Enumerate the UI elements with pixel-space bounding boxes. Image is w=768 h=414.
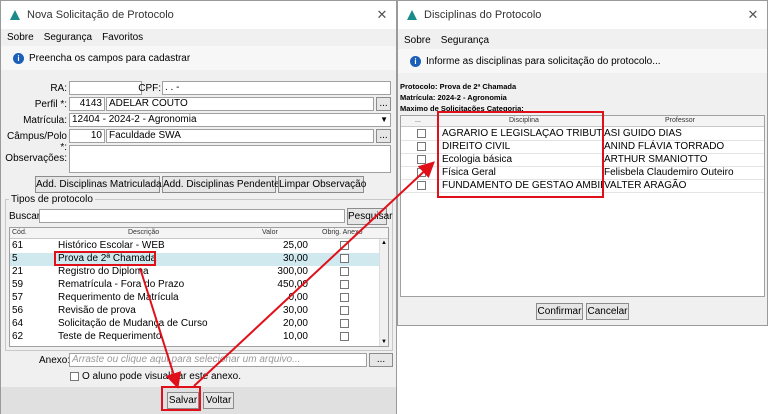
arrow-salvar-to-disciplinas (193, 161, 435, 387)
annotation-arrows (139, 161, 435, 389)
arrow-prova-to-salvar (139, 267, 182, 389)
